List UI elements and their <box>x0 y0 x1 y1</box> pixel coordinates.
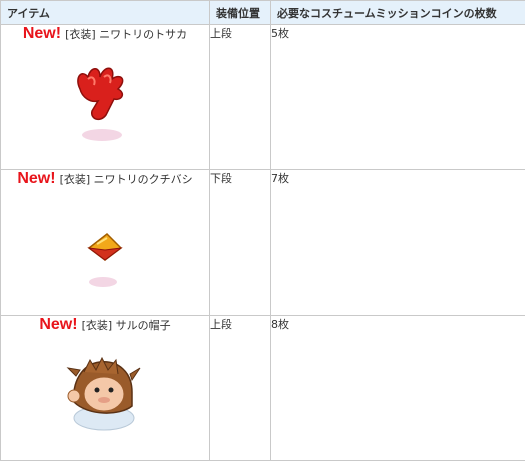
table-row: New! [衣装] ニワトリのクチバシ 下段 7枚 <box>0 168 525 316</box>
header-coins: 必要なコスチュームミッションコインの枚数 <box>270 0 525 25</box>
item-name: [衣装] ニワトリのクチバシ <box>59 172 193 186</box>
item-cell: New! [衣装] サルの帽子 <box>0 314 210 461</box>
header-slot: 装備位置 <box>209 0 271 25</box>
item-name: [衣装] サルの帽子 <box>81 318 171 332</box>
table-row: New! [衣装] ニワトリのトサカ 上段 5枚 <box>0 24 525 170</box>
coins-cell: 7枚 <box>270 168 525 316</box>
costume-item-table: アイテム 装備位置 必要なコスチュームミッションコインの枚数 New! [衣装] … <box>0 0 525 461</box>
item-title: New! [衣装] ニワトリのクチバシ <box>1 170 209 188</box>
coins-cell: 8枚 <box>270 314 525 461</box>
slot-cell: 上段 <box>209 314 271 461</box>
item-title: New! [衣装] ニワトリのトサカ <box>1 25 209 43</box>
rooster-comb-icon <box>77 67 124 141</box>
slot-cell: 下段 <box>209 168 271 316</box>
rooster-beak-icon <box>87 232 123 287</box>
coins-cell: 5枚 <box>270 24 525 170</box>
header-item: アイテム <box>0 0 210 25</box>
item-name: [衣装] ニワトリのトサカ <box>65 28 188 41</box>
table-row: New! [衣装] サルの帽子 上段 8枚 <box>0 314 525 461</box>
new-badge: New! <box>39 315 78 333</box>
item-cell: New! [衣装] ニワトリのクチバシ <box>0 168 210 316</box>
slot-cell: 上段 <box>209 24 271 170</box>
item-title: New! [衣装] サルの帽子 <box>1 316 209 334</box>
new-badge: New! <box>22 25 62 42</box>
item-cell: New! [衣装] ニワトリのトサカ <box>0 24 210 170</box>
new-badge: New! <box>17 169 56 187</box>
monkey-hat-icon <box>66 356 141 431</box>
